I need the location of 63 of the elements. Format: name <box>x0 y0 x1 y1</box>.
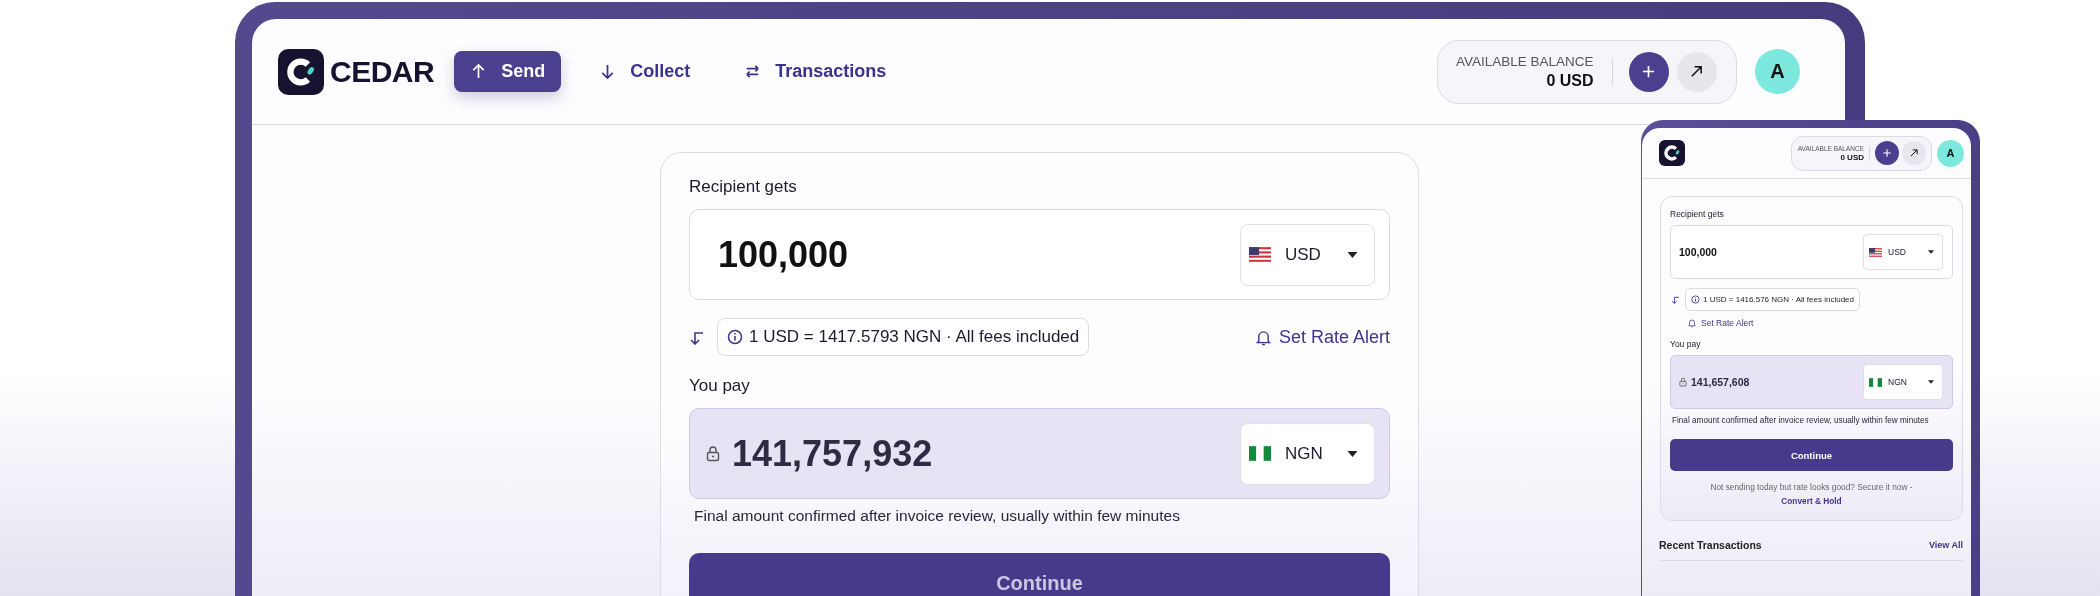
currency-dropdown[interactable]: NGN <box>1240 422 1375 485</box>
review-note: Final amount confirmed after invoice review, usually within few minutes <box>694 507 1181 525</box>
rate-hold-prompt: Not sending today but rate looks good? Secure it now - Convert & Hold <box>1709 481 1914 508</box>
convert-hold-link[interactable]: Convert & Hold <box>1781 494 1842 508</box>
plus-icon <box>1882 148 1892 158</box>
rate-text: 1 USD = 1417.5793 NGN · All fees included <box>749 327 1080 347</box>
swap-arrow-icon[interactable] <box>689 329 705 345</box>
nav-tab[interactable]: Transactions <box>728 51 903 92</box>
amount-field[interactable]: 100,000 USD <box>1670 225 1953 279</box>
logo-icon <box>1659 140 1685 166</box>
field-label: Recipient gets <box>1670 209 1725 219</box>
amount-value: 141,757,932 <box>732 432 933 475</box>
caret-icon <box>1347 450 1358 457</box>
add-funds-button[interactable] <box>1628 51 1669 92</box>
plus-icon <box>1641 64 1657 79</box>
info-icon <box>1691 295 1700 304</box>
caret-icon <box>1347 251 1358 258</box>
review-note: Final amount confirmed after invoice review, usually within few minutes <box>1672 415 1930 427</box>
nav-tab[interactable]: Collect <box>583 51 707 92</box>
lock-icon <box>706 445 720 462</box>
flag-icon <box>1869 377 1882 387</box>
nav-tab[interactable]: Send <box>454 51 562 92</box>
field-label: You pay <box>1670 339 1702 349</box>
amount-value: 100,000 <box>1679 246 1717 258</box>
balance-amount: 0 USD <box>1546 71 1594 90</box>
continue-button[interactable]: Continue <box>689 553 1390 596</box>
flag-icon <box>1869 247 1882 257</box>
currency-dropdown[interactable]: USD <box>1240 223 1375 286</box>
arrow-icon <box>1689 64 1705 79</box>
field-label: You pay <box>689 376 751 396</box>
set-rate-alert-link[interactable]: Set Rate Alert <box>1670 315 1953 331</box>
field-label: Recipient gets <box>689 177 798 197</box>
user-avatar[interactable]: A <box>1937 139 1964 167</box>
bell-icon <box>1688 318 1696 328</box>
swap-arrow-icon[interactable] <box>1671 295 1680 304</box>
amount-field[interactable]: 141,757,932 NGN <box>689 408 1390 499</box>
bell-icon <box>1255 328 1271 346</box>
lock-icon <box>1679 377 1687 387</box>
balance-label: AVAILABLE BALANCE <box>1456 53 1594 69</box>
withdraw-button[interactable] <box>1902 141 1926 165</box>
user-avatar[interactable]: A <box>1755 49 1800 94</box>
caret-icon <box>1928 250 1934 254</box>
arrow-icon <box>1909 148 1919 158</box>
currency-dropdown[interactable]: USD <box>1863 234 1943 270</box>
swap-icon <box>744 63 762 80</box>
rate-text: 1 USD = 1416.576 NGN · All fees included <box>1703 295 1854 304</box>
logo-icon <box>278 48 324 95</box>
set-rate-alert-link[interactable]: Set Rate Alert <box>1255 326 1390 348</box>
amount-field[interactable]: 141,657,608 NGN <box>1670 355 1953 409</box>
view-all-link[interactable]: View All <box>1929 539 1963 550</box>
currency-dropdown[interactable]: NGN <box>1863 364 1943 400</box>
amount-field[interactable]: 100,000 USD <box>689 209 1390 300</box>
add-funds-button[interactable] <box>1875 141 1899 165</box>
flag-icon <box>1249 247 1271 262</box>
flag-icon <box>1249 446 1271 461</box>
section-title: Recent Transactions <box>1659 538 1762 551</box>
balance-amount: 0 USD <box>1840 152 1864 162</box>
info-icon <box>727 329 743 345</box>
amount-value: 141,657,608 <box>1691 376 1750 388</box>
brand-name: CEDAR <box>330 54 435 89</box>
caret-icon <box>1928 380 1934 384</box>
amount-value: 100,000 <box>718 233 849 276</box>
continue-button[interactable]: Continue <box>1670 439 1953 472</box>
